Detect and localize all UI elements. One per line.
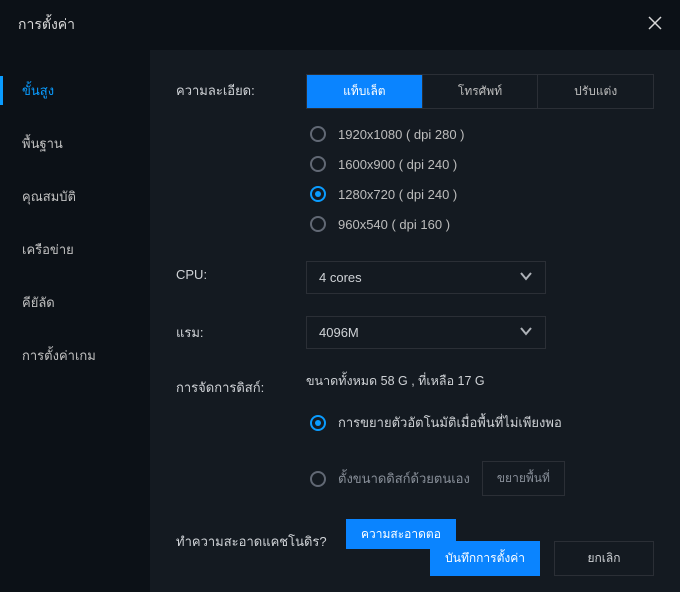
radio-icon bbox=[310, 156, 326, 172]
ram-label: แรม: bbox=[176, 316, 306, 343]
resolution-option-label: 1920x1080 ( dpi 280 ) bbox=[338, 127, 464, 142]
radio-icon bbox=[310, 216, 326, 232]
window-title: การตั้งค่า bbox=[18, 14, 75, 36]
resolution-tabs: แท็บเล็ตโทรศัพท์ปรับแต่ง bbox=[306, 74, 654, 109]
resolution-tab-1[interactable]: โทรศัพท์ bbox=[422, 75, 538, 108]
sidebar-item-4[interactable]: คียัลัด bbox=[0, 276, 150, 329]
radio-icon bbox=[310, 415, 326, 431]
sidebar-item-5[interactable]: การตั้งค่าเกม bbox=[0, 329, 150, 382]
chevron-down-icon bbox=[519, 324, 533, 341]
sidebar-item-0[interactable]: ขั้นสูง bbox=[0, 64, 150, 117]
ram-value: 4096M bbox=[319, 325, 359, 340]
disk-option-label: ตั้งขนาดดิสก์ด้วยตนเอง bbox=[338, 468, 470, 489]
sidebar-item-1[interactable]: พื้นฐาน bbox=[0, 117, 150, 170]
sidebar-item-2[interactable]: คุณสมบัติ bbox=[0, 170, 150, 223]
radio-icon bbox=[310, 471, 326, 487]
main-panel: ความละเอียด: แท็บเล็ตโทรศัพท์ปรับแต่ง 19… bbox=[150, 50, 680, 592]
disk-label: การจัดการดิสก์: bbox=[176, 371, 306, 398]
cancel-button[interactable]: ยกเลิก bbox=[554, 541, 654, 576]
cpu-select[interactable]: 4 cores bbox=[306, 261, 546, 294]
disk-option-label: การขยายตัวอัตโนมัติเมื่อพื้นที่ไม่เพียงพ… bbox=[338, 412, 562, 433]
disk-info: ขนาดทั้งหมด 58 G , ที่เหลือ 17 G bbox=[306, 371, 654, 391]
resolution-option-0[interactable]: 1920x1080 ( dpi 280 ) bbox=[306, 119, 654, 149]
radio-icon bbox=[310, 186, 326, 202]
resolution-label: ความละเอียด: bbox=[176, 74, 306, 101]
resolution-option-label: 1280x720 ( dpi 240 ) bbox=[338, 187, 457, 202]
close-icon[interactable] bbox=[648, 16, 662, 35]
resolution-option-3[interactable]: 960x540 ( dpi 160 ) bbox=[306, 209, 654, 239]
clean-label: ทำความสะอาดแคชโนดิร? bbox=[176, 525, 346, 552]
expand-disk-button[interactable]: ขยายพื้นที่ bbox=[482, 461, 565, 496]
resolution-option-label: 1600x900 ( dpi 240 ) bbox=[338, 157, 457, 172]
resolution-option-label: 960x540 ( dpi 160 ) bbox=[338, 217, 450, 232]
disk-option-1[interactable]: ตั้งขนาดดิสก์ด้วยตนเอง ขยายพื้นที่ bbox=[306, 454, 654, 503]
save-button[interactable]: บันทึกการตั้งค่า bbox=[430, 541, 540, 576]
chevron-down-icon bbox=[519, 269, 533, 286]
disk-option-0[interactable]: การขยายตัวอัตโนมัติเมื่อพื้นที่ไม่เพียงพ… bbox=[306, 405, 654, 440]
sidebar-item-3[interactable]: เครือข่าย bbox=[0, 223, 150, 276]
resolution-option-1[interactable]: 1600x900 ( dpi 240 ) bbox=[306, 149, 654, 179]
resolution-option-2[interactable]: 1280x720 ( dpi 240 ) bbox=[306, 179, 654, 209]
cpu-label: CPU: bbox=[176, 261, 306, 282]
ram-select[interactable]: 4096M bbox=[306, 316, 546, 349]
cpu-value: 4 cores bbox=[319, 270, 362, 285]
resolution-tab-0[interactable]: แท็บเล็ต bbox=[307, 75, 422, 108]
sidebar: ขั้นสูงพื้นฐานคุณสมบัติเครือข่ายคียัลัดก… bbox=[0, 50, 150, 592]
radio-icon bbox=[310, 126, 326, 142]
resolution-tab-2[interactable]: ปรับแต่ง bbox=[537, 75, 653, 108]
